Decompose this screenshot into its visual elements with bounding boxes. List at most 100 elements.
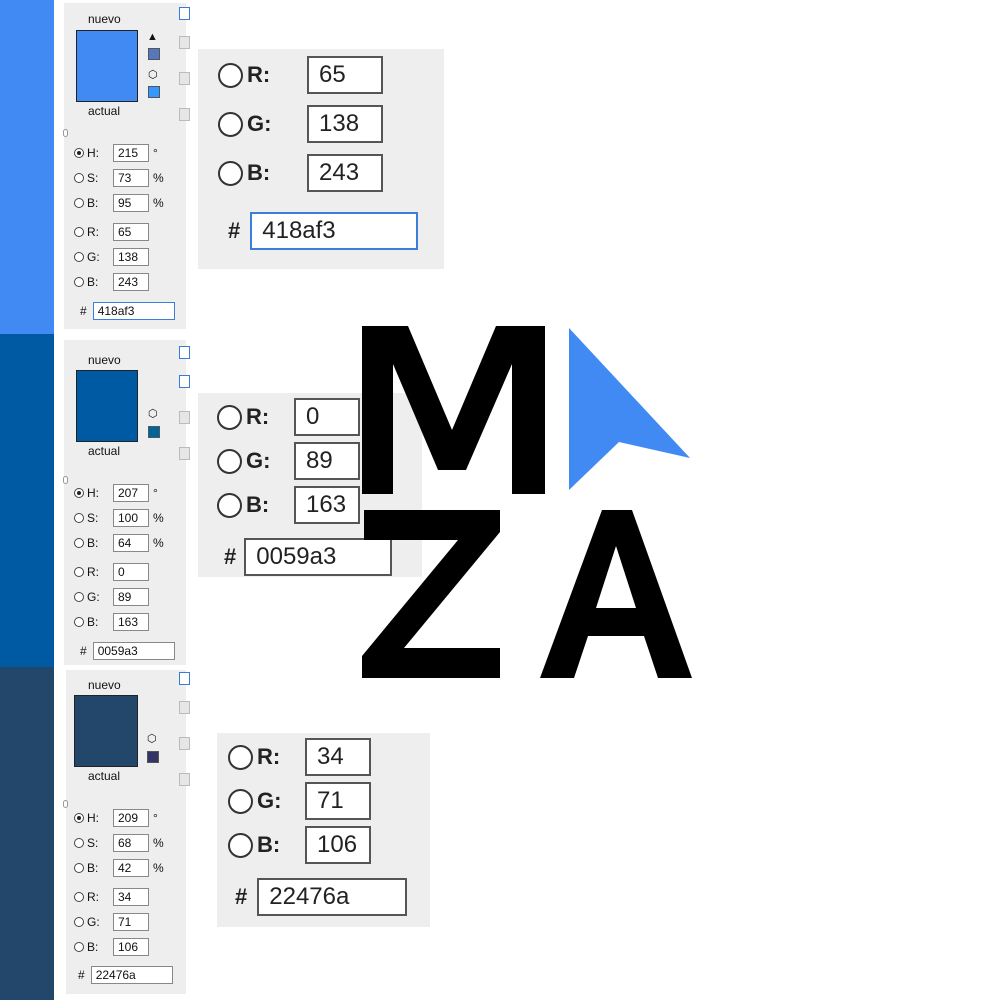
hex-field[interactable]: 22476a bbox=[90, 966, 173, 984]
zoom-hex-field[interactable]: 22476a bbox=[257, 878, 408, 916]
b-field[interactable]: 243 bbox=[113, 273, 149, 291]
g-field[interactable]: 71 bbox=[113, 913, 149, 931]
option-checkbox[interactable] bbox=[179, 701, 190, 714]
hex-row: # 0059a3 bbox=[80, 642, 175, 660]
s-radio[interactable] bbox=[74, 513, 84, 523]
zoom-r-radio[interactable] bbox=[228, 744, 253, 770]
slider-handle[interactable] bbox=[63, 476, 68, 484]
zoom-r-radio[interactable] bbox=[218, 62, 243, 88]
option-checkbox[interactable] bbox=[179, 737, 190, 750]
option-checkbox[interactable] bbox=[179, 447, 190, 460]
web-safe-swatch[interactable] bbox=[148, 426, 160, 438]
s-radio[interactable] bbox=[74, 173, 84, 183]
option-checkbox[interactable] bbox=[179, 72, 190, 85]
h-field[interactable]: 209 bbox=[113, 809, 149, 827]
r-field[interactable]: 34 bbox=[113, 888, 149, 906]
g-field[interactable]: 89 bbox=[113, 588, 149, 606]
h-unit: ° bbox=[153, 486, 158, 500]
brightness-radio[interactable] bbox=[74, 538, 84, 548]
b-field[interactable]: 106 bbox=[113, 938, 149, 956]
g-radio[interactable] bbox=[74, 917, 84, 927]
b-radio[interactable] bbox=[74, 617, 84, 627]
web-safe-cube-icon[interactable]: ⬡ bbox=[148, 70, 158, 81]
brightness-field[interactable]: 42 bbox=[113, 859, 149, 877]
option-checkbox[interactable] bbox=[179, 346, 190, 359]
current-color-label: actual bbox=[88, 104, 121, 118]
zoom-b-field[interactable]: 106 bbox=[305, 826, 371, 864]
brightness-unit: % bbox=[153, 536, 164, 550]
zoom-b-field[interactable]: 243 bbox=[307, 154, 383, 192]
s-field[interactable]: 100 bbox=[113, 509, 149, 527]
web-safe-cube-icon[interactable]: ⬡ bbox=[148, 409, 158, 420]
r-radio[interactable] bbox=[74, 227, 84, 237]
hex-field[interactable]: 0059a3 bbox=[92, 642, 175, 660]
zoom-r-row: R: 65 bbox=[218, 56, 383, 94]
logo-arrow-icon bbox=[569, 328, 690, 490]
h-radio[interactable] bbox=[74, 813, 84, 823]
r-radio[interactable] bbox=[74, 567, 84, 577]
option-checkbox[interactable] bbox=[179, 672, 190, 685]
zoom-g-radio[interactable] bbox=[228, 788, 253, 814]
zoom-g-field[interactable]: 138 bbox=[307, 105, 383, 143]
zoom-g-radio[interactable] bbox=[218, 111, 243, 137]
g-row: G: 89 bbox=[74, 587, 149, 607]
b-label: B: bbox=[87, 275, 99, 289]
g-radio[interactable] bbox=[74, 252, 84, 262]
web-safe-cube-icon[interactable]: ⬡ bbox=[147, 734, 157, 745]
b-label: B: bbox=[87, 940, 99, 954]
zoom-g-radio[interactable] bbox=[217, 448, 242, 474]
logo-letter-z bbox=[362, 510, 500, 678]
slider-handle[interactable] bbox=[63, 129, 68, 137]
brightness-radio[interactable] bbox=[74, 863, 84, 873]
web-safe-swatch[interactable] bbox=[147, 751, 159, 763]
option-checkbox[interactable] bbox=[179, 36, 190, 49]
b-radio[interactable] bbox=[74, 277, 84, 287]
b-field[interactable]: 163 bbox=[113, 613, 149, 631]
s-field[interactable]: 73 bbox=[113, 169, 149, 187]
gamut-swatch[interactable] bbox=[148, 48, 160, 60]
brightness-field[interactable]: 64 bbox=[113, 534, 149, 552]
new-color-swatch bbox=[76, 370, 138, 442]
h-field[interactable]: 207 bbox=[113, 484, 149, 502]
g-field[interactable]: 138 bbox=[113, 248, 149, 266]
zoom-r-radio[interactable] bbox=[217, 404, 242, 430]
s-unit: % bbox=[153, 511, 164, 525]
brightness-field[interactable]: 95 bbox=[113, 194, 149, 212]
r-field[interactable]: 65 bbox=[113, 223, 149, 241]
r-field[interactable]: 0 bbox=[113, 563, 149, 581]
h-radio[interactable] bbox=[74, 148, 84, 158]
h-row: H: 209 ° bbox=[74, 808, 158, 828]
s-row: S: 73 % bbox=[74, 168, 164, 188]
hex-field[interactable]: 418af3 bbox=[92, 302, 175, 320]
brightness-radio[interactable] bbox=[74, 198, 84, 208]
g-radio[interactable] bbox=[74, 592, 84, 602]
r-row: R: 0 bbox=[74, 562, 149, 582]
b-label: B: bbox=[87, 615, 99, 629]
zoom-hex-field[interactable]: 418af3 bbox=[250, 212, 419, 250]
option-checkbox[interactable] bbox=[179, 773, 190, 786]
s-field[interactable]: 68 bbox=[113, 834, 149, 852]
h-field[interactable]: 215 bbox=[113, 144, 149, 162]
h-radio[interactable] bbox=[74, 488, 84, 498]
option-checkbox[interactable] bbox=[179, 411, 190, 424]
zoom-hex-label: # bbox=[228, 218, 241, 243]
b-radio[interactable] bbox=[74, 942, 84, 952]
option-checkbox[interactable] bbox=[179, 375, 190, 388]
gamut-warning-icon[interactable]: ▲ bbox=[147, 32, 158, 43]
zoom-g-field[interactable]: 71 bbox=[305, 782, 371, 820]
r-label: R: bbox=[87, 890, 99, 904]
zoom-b-radio[interactable] bbox=[218, 160, 243, 186]
option-checkbox[interactable] bbox=[179, 7, 190, 20]
brightness-label: B: bbox=[87, 536, 99, 550]
web-safe-swatch[interactable] bbox=[148, 86, 160, 98]
zoom-r-field[interactable]: 34 bbox=[305, 738, 371, 776]
slider-handle[interactable] bbox=[63, 800, 68, 808]
s-radio[interactable] bbox=[74, 838, 84, 848]
zoom-r-field[interactable]: 65 bbox=[307, 56, 383, 94]
new-color-swatch bbox=[74, 695, 138, 767]
r-radio[interactable] bbox=[74, 892, 84, 902]
option-checkbox[interactable] bbox=[179, 108, 190, 121]
zoom-b-radio[interactable] bbox=[217, 492, 242, 518]
zoom-b-radio[interactable] bbox=[228, 832, 253, 858]
zoom-b-row: B: 243 bbox=[218, 154, 383, 192]
